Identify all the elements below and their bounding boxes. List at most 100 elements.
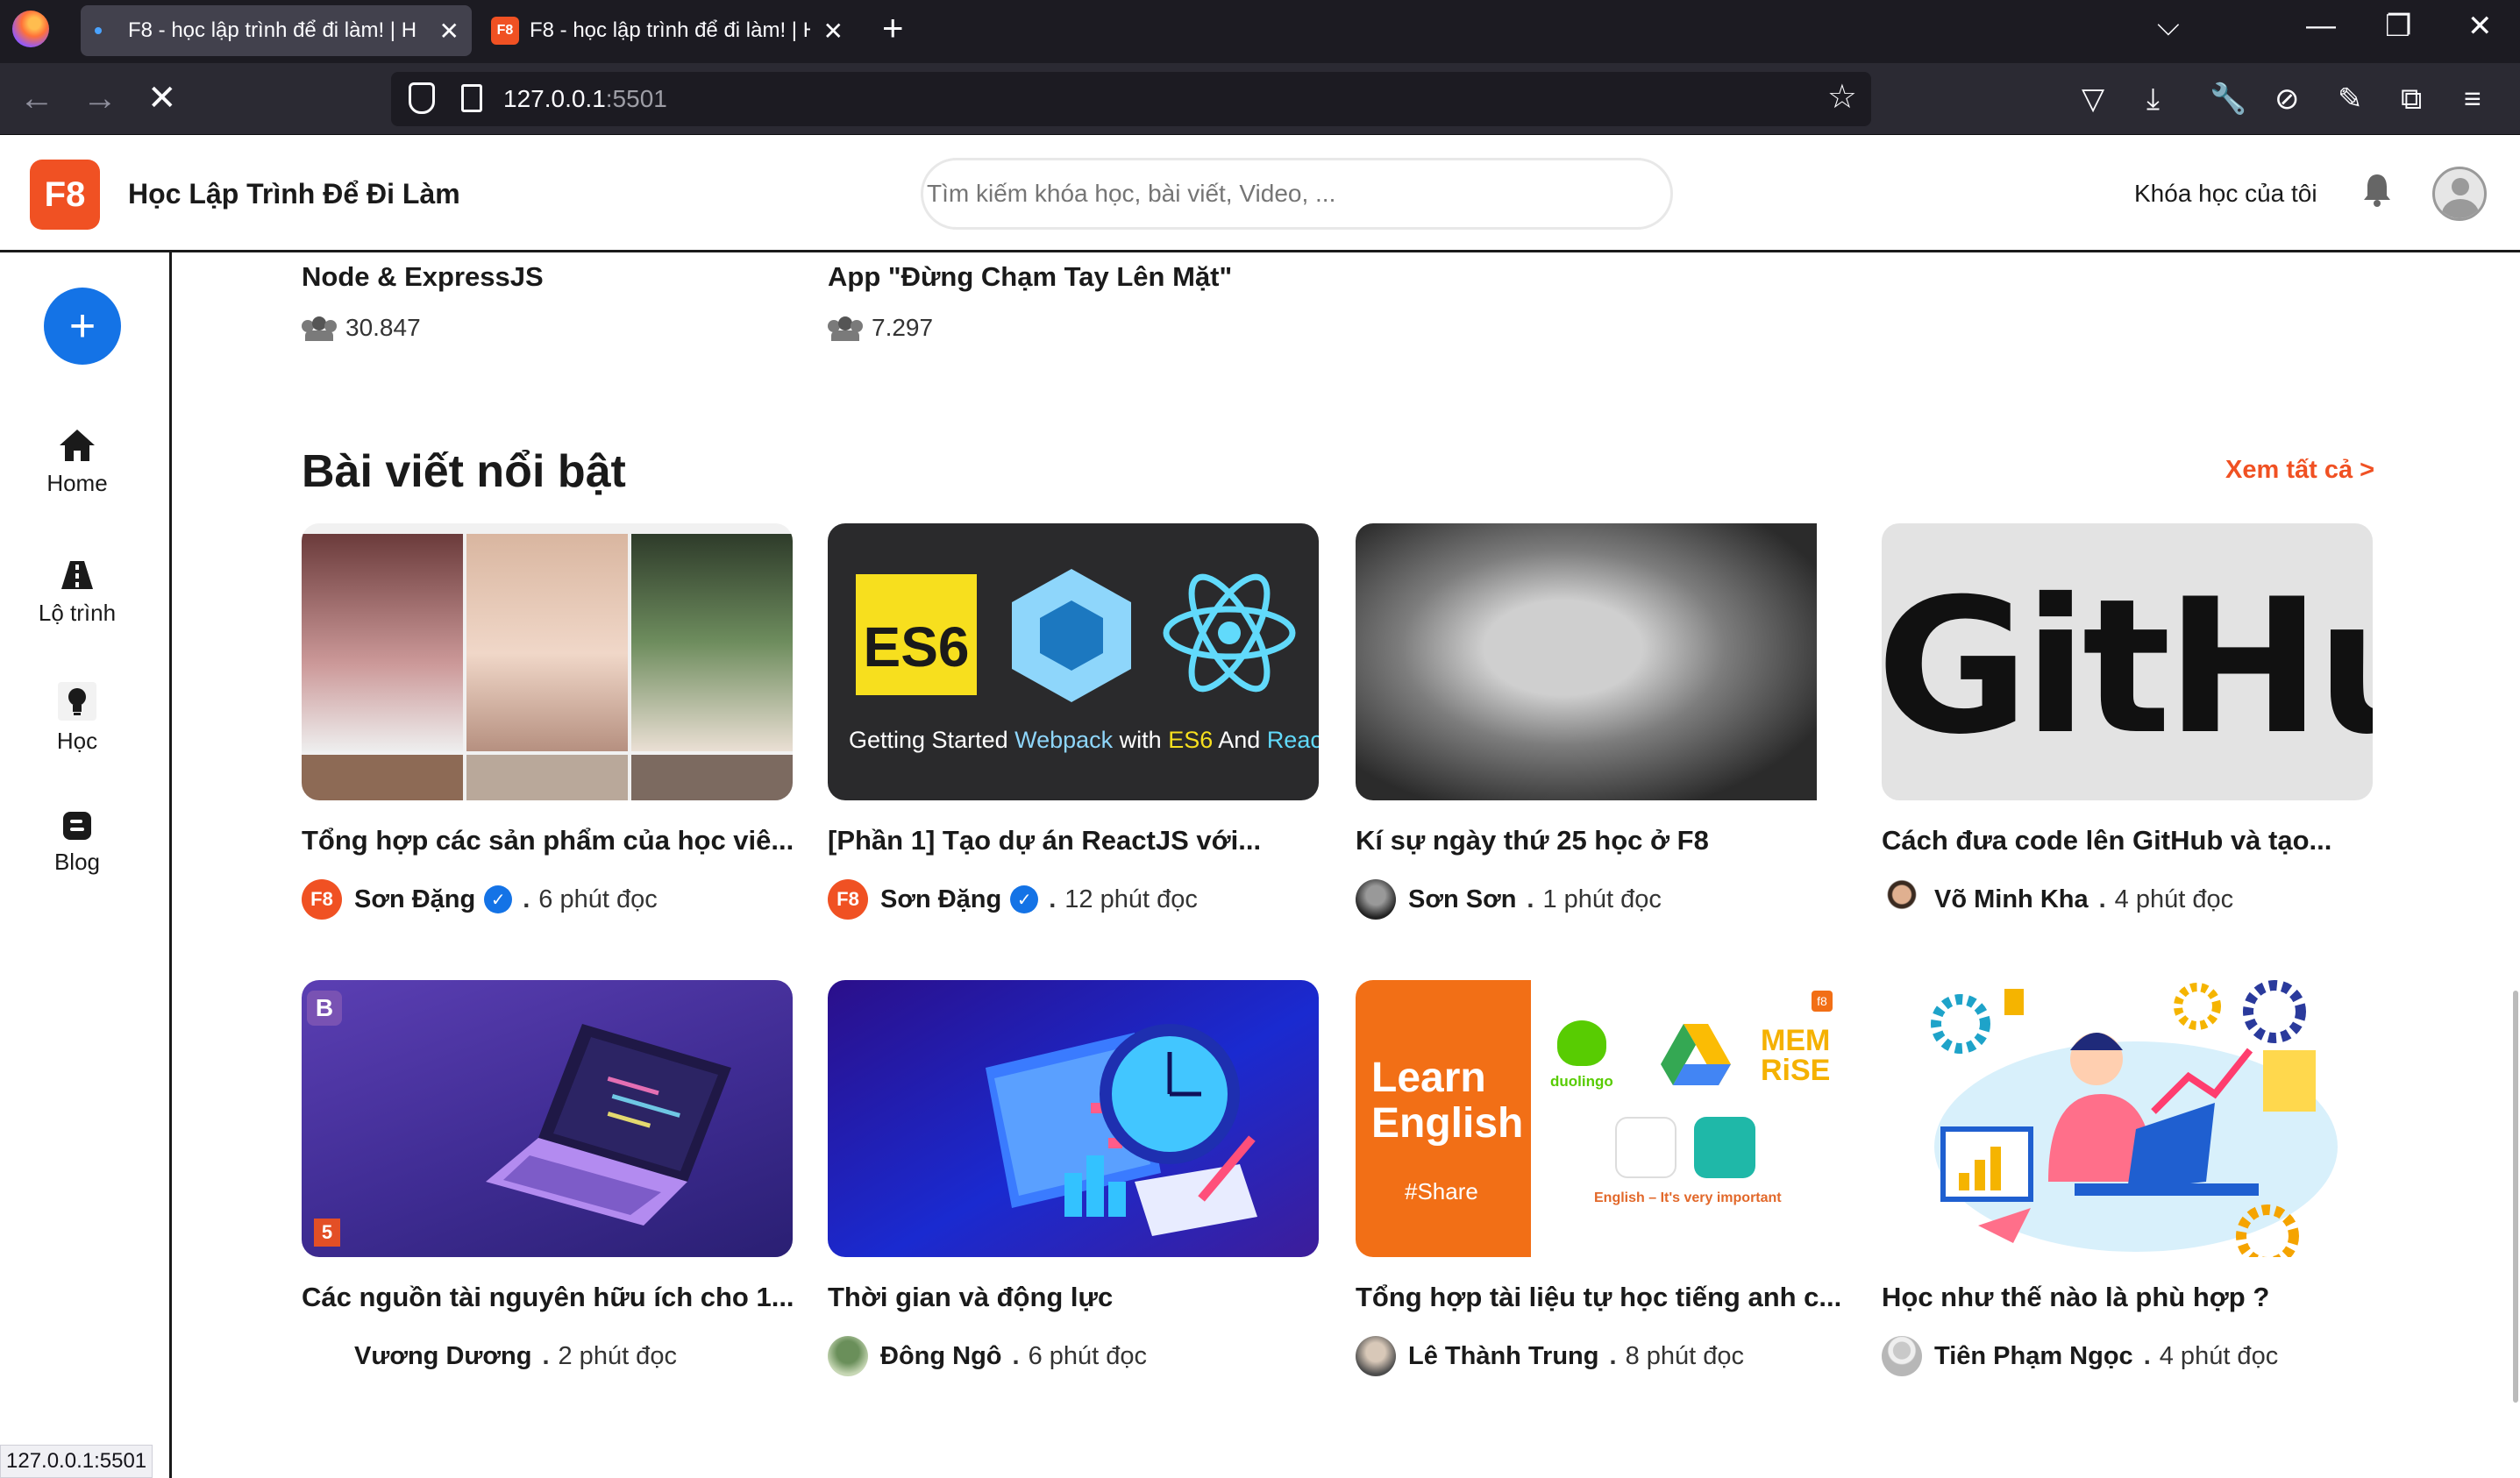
- f8-logo[interactable]: F8: [30, 160, 100, 230]
- author-name[interactable]: Tiên Phạm Ngọc: [1934, 1342, 2133, 1371]
- url-text[interactable]: 127.0.0.1:5501: [503, 85, 667, 113]
- f8-favicon-icon: F8: [491, 17, 519, 45]
- browser-tab-2[interactable]: F8 F8 - học lập trình để đi làm! | Học ✕: [477, 5, 856, 56]
- sidebar-item-blog[interactable]: Blog: [0, 810, 154, 876]
- separator: .: [2143, 1341, 2151, 1370]
- separator: .: [523, 885, 530, 913]
- restore-button[interactable]: ❐: [2385, 9, 2411, 44]
- post-card[interactable]: Thời gian và động lực Đông Ngô . 6 phút …: [828, 980, 1319, 1376]
- bell-icon[interactable]: [2362, 173, 2392, 208]
- post-title[interactable]: Học như thế nào là phù hợp ?: [1882, 1282, 2373, 1313]
- back-arrow-icon[interactable]: ←: [19, 79, 54, 117]
- author-avatar[interactable]: [828, 1336, 868, 1376]
- post-thumbnail[interactable]: GitHub: [1882, 523, 2373, 800]
- page-scrollbar[interactable]: [2513, 991, 2518, 1403]
- post-card[interactable]: Kí sự ngày thứ 25 học ở F8 Sơn Sơn . 1 p…: [1356, 523, 1847, 920]
- menu-icon[interactable]: ≡: [2464, 82, 2481, 116]
- minimize-button[interactable]: —: [2306, 9, 2336, 43]
- compass-icon[interactable]: ⊘: [2274, 82, 2300, 116]
- author-avatar[interactable]: [302, 1336, 342, 1376]
- post-meta: Tiên Phạm Ngọc . 4 phút đọc: [1882, 1336, 2373, 1376]
- post-thumbnail[interactable]: Learn English #Share duolingo MEM RiSE f…: [1356, 980, 1847, 1257]
- student-count: 7.297: [828, 314, 933, 342]
- sidebar-item-home[interactable]: Home: [0, 428, 154, 497]
- my-courses-link[interactable]: Khóa học của tôi: [2134, 180, 2317, 208]
- browser-tab-1[interactable]: F8 - học lập trình để đi làm! | Học ✕: [81, 5, 472, 56]
- extensions-icon[interactable]: ⧉: [2401, 82, 2422, 116]
- post-thumbnail[interactable]: [1882, 980, 2373, 1257]
- author-avatar[interactable]: F8: [302, 879, 342, 920]
- users-icon: [302, 316, 337, 341]
- search-input[interactable]: [921, 158, 1673, 230]
- post-thumbnail[interactable]: [302, 523, 793, 800]
- author-name[interactable]: Vương Dương: [354, 1342, 531, 1371]
- author-avatar[interactable]: [1882, 879, 1922, 920]
- see-all-link[interactable]: Xem tất cả >: [2225, 456, 2374, 485]
- page-info-icon[interactable]: [461, 84, 482, 112]
- post-title[interactable]: Tổng hợp các sản phẩm của học viê...: [302, 825, 793, 856]
- address-bar[interactable]: 127.0.0.1:5501 ☆: [391, 72, 1871, 126]
- post-thumbnail[interactable]: [828, 980, 1319, 1257]
- author-name[interactable]: Sơn Đặng: [880, 885, 1001, 914]
- duolingo-label: duolingo: [1550, 1073, 1613, 1090]
- close-tab-icon[interactable]: ✕: [439, 17, 459, 46]
- author-name[interactable]: Sơn Sơn: [1408, 885, 1516, 914]
- author-name[interactable]: Lê Thành Trung: [1408, 1342, 1599, 1371]
- pocket-icon[interactable]: ▽: [2082, 82, 2104, 116]
- firefox-logo-icon[interactable]: [12, 11, 49, 47]
- author-avatar[interactable]: [1356, 879, 1396, 920]
- shield-icon[interactable]: [409, 82, 435, 114]
- close-window-button[interactable]: ✕: [2467, 9, 2493, 44]
- wrench-icon[interactable]: 🔧: [2210, 82, 2246, 116]
- post-card[interactable]: GitHub Cách đưa code lên GitHub và tạo..…: [1882, 523, 2373, 920]
- post-card[interactable]: Học như thế nào là phù hợp ? Tiên Phạm N…: [1882, 980, 2373, 1376]
- read-time: 4 phút đọc: [2159, 1341, 2279, 1370]
- es6-logo: ES6: [856, 574, 977, 695]
- post-thumbnail[interactable]: ES6 Getting Started Webpack with ES6 And…: [828, 523, 1319, 800]
- course-title[interactable]: App "Đừng Chạm Tay Lên Mặt": [828, 261, 1232, 293]
- bookmark-star-icon[interactable]: ☆: [1827, 77, 1857, 117]
- post-thumbnail[interactable]: [1356, 523, 1817, 800]
- site-header: F8 Học Lập Trình Để Đi Làm Khóa học của …: [0, 136, 2520, 252]
- tab-list-chevron-icon[interactable]: ⌵: [2157, 9, 2180, 43]
- post-title[interactable]: Cách đưa code lên GitHub và tạo...: [1882, 825, 2373, 856]
- author-name[interactable]: Sơn Đặng: [354, 885, 475, 914]
- post-card[interactable]: ES6 Getting Started Webpack with ES6 And…: [828, 523, 1319, 920]
- loading-dot-icon: [95, 27, 102, 34]
- author-name[interactable]: Võ Minh Kha: [1934, 885, 2089, 914]
- status-bar-url: 127.0.0.1:5501: [0, 1445, 153, 1478]
- download-icon[interactable]: ⤓: [2146, 82, 2160, 116]
- post-title[interactable]: Các nguồn tài nguyên hữu ích cho 1...: [302, 1282, 793, 1313]
- author-avatar[interactable]: F8: [828, 879, 868, 920]
- add-new-button[interactable]: +: [44, 288, 121, 365]
- user-avatar[interactable]: [2432, 167, 2487, 221]
- post-title[interactable]: Thời gian và động lực: [828, 1282, 1319, 1313]
- post-card[interactable]: B 5 Các nguồn tài nguyên hữu ích cho 1..…: [302, 980, 793, 1376]
- post-card[interactable]: Learn English #Share duolingo MEM RiSE f…: [1356, 980, 1847, 1376]
- sidebar-item-label: Home: [46, 470, 108, 496]
- author-name[interactable]: Đông Ngô: [880, 1342, 1002, 1371]
- post-meta: F8 Sơn Đặng ✓ . 12 phút đọc: [828, 879, 1319, 920]
- sidebar-item-learn[interactable]: Học: [0, 682, 154, 755]
- post-meta: Đông Ngô . 6 phút đọc: [828, 1336, 1319, 1376]
- post-title[interactable]: Kí sự ngày thứ 25 học ở F8: [1356, 825, 1847, 856]
- color-picker-icon[interactable]: ✎: [2338, 82, 2363, 116]
- new-tab-button[interactable]: +: [882, 7, 904, 49]
- author-avatar[interactable]: [1356, 1336, 1396, 1376]
- google-drive-icon: [1661, 1024, 1731, 1085]
- author-avatar[interactable]: [1882, 1336, 1922, 1376]
- post-title[interactable]: Tổng hợp tài liệu tự học tiếng anh c...: [1356, 1282, 1847, 1313]
- sidebar-item-roadmap[interactable]: Lộ trình: [0, 558, 154, 627]
- app-icon: [1615, 1117, 1676, 1178]
- post-title[interactable]: [Phần 1] Tạo dự án ReactJS với...: [828, 825, 1319, 856]
- close-tab-icon[interactable]: ✕: [823, 17, 844, 46]
- site-title[interactable]: Học Lập Trình Để Đi Làm: [128, 178, 460, 210]
- post-meta: Vương Dương . 2 phút đọc: [302, 1336, 793, 1376]
- post-thumbnail[interactable]: B 5: [302, 980, 793, 1257]
- forward-arrow-icon[interactable]: →: [82, 79, 117, 117]
- separator: .: [1609, 1341, 1617, 1370]
- course-title[interactable]: Node & ExpressJS: [302, 261, 544, 293]
- stop-loading-icon[interactable]: ✕: [147, 79, 177, 117]
- post-card[interactable]: Tổng hợp các sản phẩm của học viê... F8 …: [302, 523, 793, 920]
- road-icon: [61, 561, 93, 589]
